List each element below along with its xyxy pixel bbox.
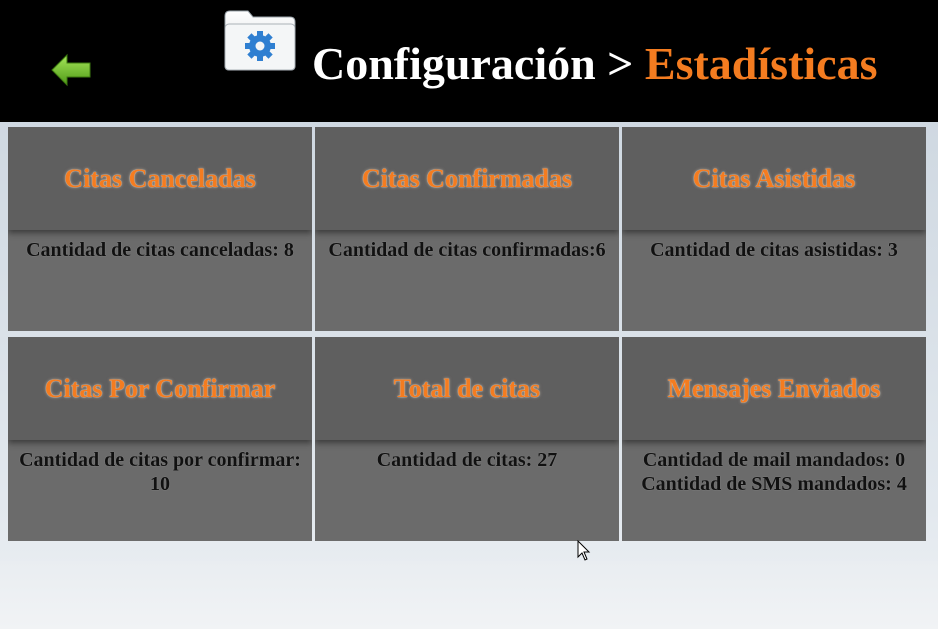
card-citas-por-confirmar[interactable]: Citas Por Confirmar Cantidad de citas po… [8,337,312,541]
card-title: Total de citas [393,373,541,403]
title-accent: Estadísticas [644,38,878,89]
title-prefix: Configuración > [312,38,634,89]
card-line: Cantidad de citas: 27 [376,449,558,471]
card-line: Cantidad de SMS mandados: 4 [641,473,907,495]
card-title: Mensajes Enviados [667,373,881,403]
card-total-citas[interactable]: Total de citas Cantidad de citas: 27 [315,337,619,541]
card-title: Citas Confirmadas [361,163,573,193]
back-button[interactable] [50,52,94,88]
card-body: Cantidad de citas por confirmar: 10 [8,440,312,496]
app-header: Configuración > Estadísticas [0,0,938,122]
folder-gear-icon [222,8,298,72]
arrow-left-icon [51,53,91,87]
card-line: Cantidad de mail mandados: 0 [642,449,906,471]
card-citas-asistidas[interactable]: Citas Asistidas Cantidad de citas asisti… [622,127,926,331]
card-header: Citas Asistidas [622,127,926,230]
footer-band [0,561,938,629]
card-body: Cantidad de citas confirmadas:6 [315,230,619,262]
card-title: Citas Asistidas [692,163,856,193]
card-line: Cantidad de citas canceladas: 8 [26,239,294,261]
card-line: Cantidad de citas asistidas: 3 [650,239,898,261]
stats-grid: Citas Canceladas Cantidad de citas cance… [8,127,926,541]
page-title: Configuración > Estadísticas [312,34,878,94]
card-body: Cantidad de citas: 27 [315,440,619,472]
card-citas-confirmadas[interactable]: Citas Confirmadas Cantidad de citas conf… [315,127,619,331]
card-mensajes-enviados[interactable]: Mensajes Enviados Cantidad de mail manda… [622,337,926,541]
card-title: Citas Canceladas [64,163,256,193]
card-title: Citas Por Confirmar [44,373,276,403]
card-header: Mensajes Enviados [622,337,926,440]
card-body: Cantidad de citas canceladas: 8 [8,230,312,262]
card-line: Cantidad de citas por confirmar: 10 [19,449,301,495]
card-header: Citas Confirmadas [315,127,619,230]
card-line: Cantidad de citas confirmadas:6 [328,239,606,261]
card-header: Total de citas [315,337,619,440]
card-header: Citas Canceladas [8,127,312,230]
card-header: Citas Por Confirmar [8,337,312,440]
card-body: Cantidad de mail mandados: 0 Cantidad de… [622,440,926,496]
card-body: Cantidad de citas asistidas: 3 [622,230,926,262]
card-citas-canceladas[interactable]: Citas Canceladas Cantidad de citas cance… [8,127,312,331]
mouse-cursor-icon [577,540,591,561]
